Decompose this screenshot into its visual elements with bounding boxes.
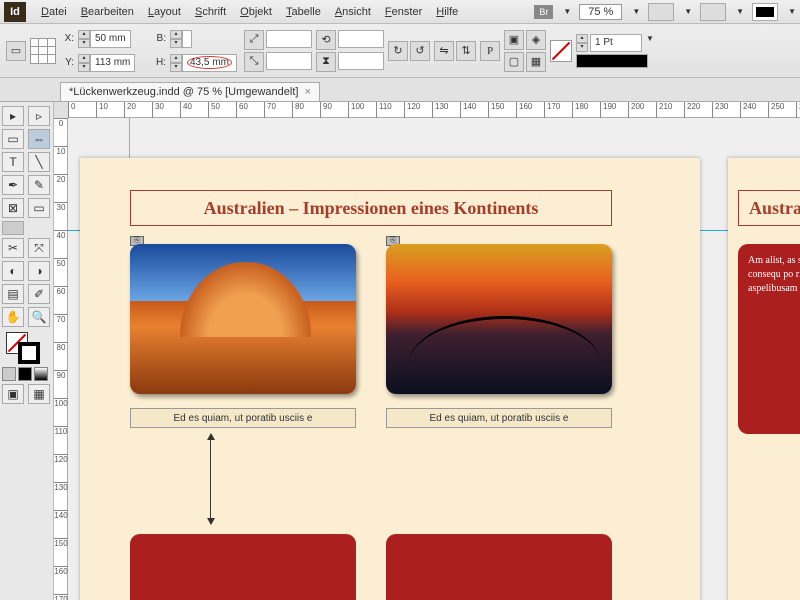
image-rock (130, 244, 356, 394)
scale-y-icon[interactable]: ⤡ (244, 52, 264, 72)
fit-content-icon[interactable]: ▢ (504, 52, 524, 72)
selection-tool[interactable]: ▸ (2, 106, 24, 126)
note-tool[interactable]: ▤ (2, 284, 24, 304)
object-mode-icon[interactable]: ▭ (6, 41, 26, 61)
screen-mode-button[interactable] (700, 3, 726, 21)
x-label: X: (60, 33, 74, 44)
zoom-level[interactable]: 75 % (579, 4, 622, 20)
gradient-swatch-tool[interactable]: ◐ (2, 261, 24, 281)
menu-schrift[interactable]: Schrift (188, 6, 233, 18)
view-normal-icon[interactable]: ▣ (2, 384, 24, 404)
flip-v-icon[interactable]: ⇅ (456, 41, 476, 61)
rotate-input[interactable] (338, 30, 384, 48)
pen-tool[interactable]: ✒ (2, 175, 24, 195)
document-viewport[interactable]: Australien – Impressionen eines Kontinen… (68, 118, 800, 600)
shear-input[interactable] (338, 52, 384, 70)
scale-x-input[interactable] (266, 30, 312, 48)
h-stepper[interactable]: ▴▾ (170, 54, 182, 72)
close-tab-icon[interactable]: × (304, 86, 310, 98)
stroke-color-icon[interactable] (18, 342, 40, 364)
h-label: H: (152, 57, 166, 68)
vertical-ruler[interactable]: 0102030405060708090100110120130140150160… (54, 118, 68, 600)
bridge-badge[interactable]: Br (534, 5, 553, 19)
image-bridge (386, 244, 612, 394)
x-stepper[interactable]: ▴▾ (78, 30, 90, 48)
select-content-icon[interactable]: ◈ (526, 30, 546, 50)
w-label: B: (152, 33, 166, 44)
gap-tool[interactable]: ⇔ (28, 129, 50, 149)
caption-right[interactable]: Ed es quiam, ut poratib usciis e (386, 408, 612, 428)
view-preview-icon[interactable]: ▦ (28, 384, 50, 404)
image-frame-rock[interactable] (130, 244, 356, 394)
line-tool[interactable]: ╲ (28, 152, 50, 172)
x-input[interactable]: 50 mm (90, 30, 131, 48)
free-transform-tool[interactable]: ⤧ (28, 238, 50, 258)
menu-bearbeiten[interactable]: Bearbeiten (74, 6, 141, 18)
stroke-style[interactable] (576, 54, 648, 68)
shear-icon[interactable]: ⧗ (316, 52, 336, 72)
document-tab[interactable]: *Lückenwerkzeug.indd @ 75 % [Umgewandelt… (60, 82, 320, 101)
document-tab-title: *Lückenwerkzeug.indd @ 75 % [Umgewandelt… (69, 86, 298, 98)
y-input[interactable]: 113 mm (90, 54, 135, 72)
menu-hilfe[interactable]: Hilfe (429, 6, 465, 18)
stroke-weight-stepper[interactable]: ▴▾ (576, 34, 588, 52)
scale-x-icon[interactable]: ⤢ (244, 30, 264, 50)
menu-objekt[interactable]: Objekt (233, 6, 279, 18)
gap-indicator-arrow (210, 434, 211, 524)
scissors-tool[interactable]: ✂ (2, 238, 24, 258)
hand-tool[interactable]: ✋ (2, 307, 24, 327)
direct-selection-tool[interactable]: ▹ (28, 106, 50, 126)
h-input[interactable]: 43,5 mm (182, 54, 237, 72)
menu-datei[interactable]: DDateiatei (34, 6, 74, 18)
title-frame-2[interactable]: Austra (738, 190, 800, 226)
scale-y-input[interactable] (266, 52, 312, 70)
flip-h-icon[interactable]: ⇋ (434, 41, 454, 61)
caption-left[interactable]: Ed es quiam, ut poratib usciis e (130, 408, 356, 428)
title-frame[interactable]: Australien – Impressionen eines Kontinen… (130, 190, 612, 226)
page-spread-right: Austra Am alist, as sitat. Ellabor aut r… (728, 158, 800, 600)
menu-fenster[interactable]: Fenster (378, 6, 429, 18)
pencil-tool[interactable]: ✎ (28, 175, 50, 195)
text-frame-lorem[interactable]: Am alist, as sitat. Ellabor aut res dolu… (738, 244, 800, 434)
rotate-ccw-icon[interactable]: ↺ (410, 41, 430, 61)
app-icon: Id (4, 2, 26, 22)
y-stepper[interactable]: ▴▾ (78, 54, 90, 72)
y-label: Y: (60, 57, 74, 68)
red-frame-right[interactable] (386, 534, 612, 600)
apply-color-icon[interactable] (18, 367, 32, 381)
apply-gradient-icon[interactable] (34, 367, 48, 381)
stroke-weight-input[interactable]: 1 Pt (590, 34, 642, 52)
fit-frame-icon[interactable]: ▦ (526, 52, 546, 72)
paragraph-style-icon[interactable]: P (480, 41, 500, 61)
w-input[interactable] (182, 30, 192, 48)
apply-none-icon[interactable] (2, 367, 16, 381)
select-container-icon[interactable]: ▣ (504, 30, 524, 50)
horizontal-ruler[interactable]: 0102030405060708090100110120130140150160… (68, 102, 800, 118)
separator (2, 221, 24, 235)
w-stepper[interactable]: ▴▾ (170, 30, 182, 48)
fill-stroke-control[interactable] (2, 330, 51, 364)
menu-tabelle[interactable]: Tabelle (279, 6, 328, 18)
zoom-tool[interactable]: 🔍 (28, 307, 50, 327)
page-tool[interactable]: ▭ (2, 129, 24, 149)
rotate-cw-icon[interactable]: ↻ (388, 41, 408, 61)
tool-panel: ▸ ▹ ▭ ⇔ T ╲ ✒ ✎ ⊠ ▭ ✂ ⤧ ◐ ◑ ▤ ✐ ✋ 🔍 ▣ ▦ (0, 102, 54, 600)
arrange-button[interactable] (752, 3, 778, 21)
reference-point-grid[interactable] (30, 38, 56, 64)
view-mode-button[interactable] (648, 3, 674, 21)
menu-layout[interactable]: Layout (141, 6, 188, 18)
rotate-icon[interactable]: ⟲ (316, 30, 336, 50)
gradient-feather-tool[interactable]: ◑ (28, 261, 50, 281)
rectangle-frame-tool[interactable]: ⊠ (2, 198, 24, 218)
eyedropper-tool[interactable]: ✐ (28, 284, 50, 304)
page-spread-left: Australien – Impressionen eines Kontinen… (80, 158, 700, 600)
color-apply-row (2, 367, 51, 381)
rectangle-tool[interactable]: ▭ (28, 198, 50, 218)
type-tool[interactable]: T (2, 152, 24, 172)
image-frame-bridge[interactable] (386, 244, 612, 394)
red-frame-left[interactable] (130, 534, 356, 600)
fill-swatch[interactable] (550, 40, 572, 62)
menu-ansicht[interactable]: Ansicht (328, 6, 378, 18)
